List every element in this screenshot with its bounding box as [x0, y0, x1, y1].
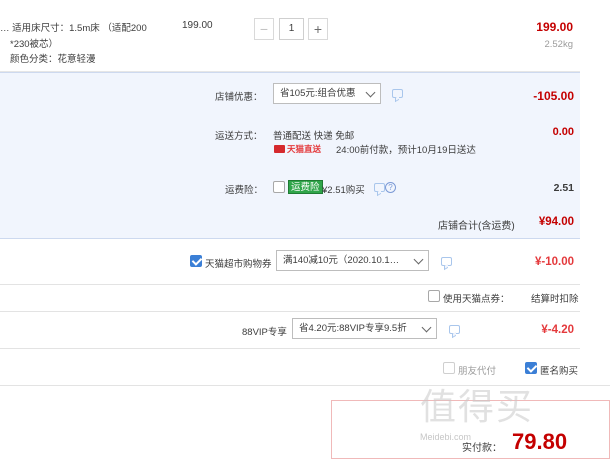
delivery-estimate: 24:00前付款，预计10月19日送达	[336, 145, 476, 156]
chevron-down-icon	[421, 322, 432, 333]
tmall-direct-label: 天猫直送	[287, 144, 322, 154]
shop-discount-select-value: 省105元:组合优惠	[280, 88, 356, 99]
item-weight: 2.52kg	[544, 39, 573, 50]
shop-summary-panel: 店铺优惠： 省105元:组合优惠 -105.00 运送方式： 普通配送 快递 免…	[0, 72, 580, 239]
divider	[0, 284, 580, 285]
shop-discount-label: 店铺优惠：	[215, 92, 263, 103]
coupon-label: 天猫超市购物券	[205, 259, 272, 270]
shipping-amount: 0.00	[552, 126, 574, 138]
product-spec-color: 颜色分类：花意轻漫	[10, 54, 96, 65]
increase-button[interactable]: +	[308, 18, 328, 40]
chat-icon[interactable]	[374, 183, 385, 192]
insurance-tag: 运费险	[288, 180, 323, 194]
decrease-button[interactable]: −	[254, 18, 274, 40]
shop-subtotal-label: 店铺合计(含运费)	[438, 221, 515, 232]
watermark: 值得买	[420, 386, 535, 427]
unit-price: 199.00	[182, 20, 213, 31]
insurance-amount: 2.51	[553, 182, 574, 194]
insurance-label: 运费险：	[225, 185, 264, 196]
watermark-sub: Meidebi.com	[420, 432, 472, 442]
coupon-amount: ¥-10.00	[534, 256, 574, 268]
shop-discount-select[interactable]: 省105元:组合优惠	[273, 83, 381, 104]
divider	[0, 348, 580, 349]
chevron-down-icon	[365, 87, 376, 98]
points-checkbox[interactable]	[428, 290, 440, 302]
vip-select-value: 省4.20元:88VIP专享9.5折	[299, 323, 407, 334]
friend-pay-checkbox[interactable]	[443, 362, 455, 374]
quantity-stepper: − 1 +	[254, 18, 328, 40]
friend-pay-label: 朋友代付	[458, 366, 497, 377]
shipping-label: 运送方式：	[215, 131, 263, 142]
vip-discount-select[interactable]: 省4.20元:88VIP专享9.5折	[292, 318, 437, 339]
coupon-select-value: 满140减10元（2020.10.1…	[283, 255, 400, 266]
coupon-checkbox[interactable]	[190, 255, 202, 267]
divider	[0, 311, 580, 312]
points-note: 结算时扣除	[531, 294, 579, 305]
anonymous-label: 匿名购买	[540, 366, 579, 377]
chevron-down-icon	[413, 254, 424, 265]
question-icon[interactable]: ?	[385, 182, 396, 193]
coupon-select[interactable]: 满140减10元（2020.10.1…	[276, 250, 429, 271]
insurance-price: ¥2.51购买	[322, 185, 365, 196]
tmall-icon	[274, 145, 285, 153]
shop-discount-amount: -105.00	[533, 89, 574, 103]
product-row: … 适用床尺寸：1.5m床 （适配200 *230被芯） 颜色分类：花意轻漫 1…	[0, 0, 580, 72]
anonymous-checkbox[interactable]	[525, 362, 537, 374]
chat-icon[interactable]	[441, 257, 452, 266]
points-label: 使用天猫点券：	[443, 294, 510, 305]
insurance-checkbox[interactable]	[273, 181, 285, 193]
shop-subtotal-amount: ¥94.00	[538, 216, 574, 228]
chat-icon[interactable]	[392, 89, 403, 98]
actual-pay-amount: 79.80	[512, 429, 568, 454]
product-spec-size: … 适用床尺寸：1.5m床 （适配200	[0, 23, 147, 34]
item-total: 199.00	[536, 20, 573, 34]
shipping-method: 普通配送 快递 免邮	[273, 131, 355, 142]
vip-label: 88VIP专享	[242, 327, 287, 338]
quantity-input[interactable]: 1	[279, 18, 304, 40]
chat-icon[interactable]	[449, 325, 460, 334]
product-spec-size-cont: *230被芯）	[10, 39, 59, 50]
vip-amount: ¥-4.20	[541, 324, 574, 336]
